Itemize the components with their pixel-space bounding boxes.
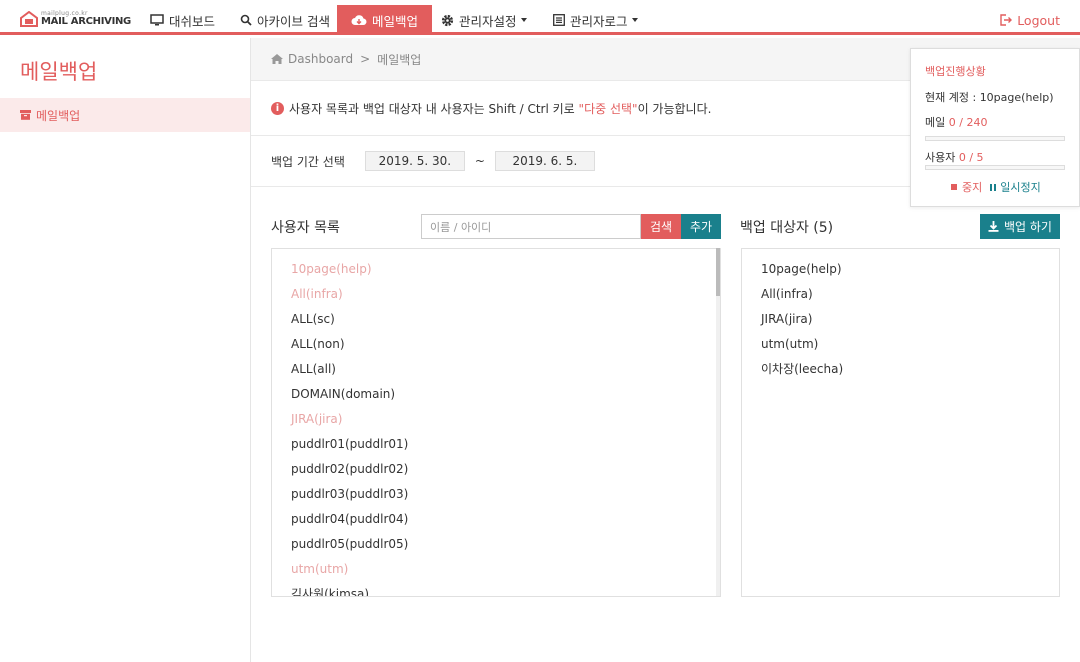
nav-archive-search-label: 아카이브 검색 bbox=[257, 13, 330, 29]
logo-big-text: MAIL ARCHIVING bbox=[41, 16, 131, 27]
breadcrumb-current: 메일백업 bbox=[377, 52, 422, 67]
nav-dashboard-label: 대쉬보드 bbox=[169, 13, 216, 29]
home-icon bbox=[271, 54, 283, 64]
stop-icon bbox=[951, 184, 957, 190]
stop-label: 중지 bbox=[962, 181, 983, 194]
progress-mail-count: 메일 0 / 240 bbox=[925, 114, 987, 130]
logout-button[interactable]: Logout bbox=[1000, 5, 1060, 35]
list-item[interactable]: All(infra) bbox=[272, 281, 720, 306]
list-item[interactable]: ALL(sc) bbox=[272, 306, 720, 331]
info-text-prefix: 사용자 목록과 백업 대상자 내 사용자는 Shift / Ctrl 키로 bbox=[289, 101, 579, 116]
user-list-title: 사용자 목록 bbox=[271, 220, 340, 236]
period-tilde: ~ bbox=[474, 154, 485, 168]
list-item[interactable]: utm(utm) bbox=[742, 331, 1059, 356]
backup-button[interactable]: 백업 하기 bbox=[980, 214, 1060, 239]
mail-label: 메일 bbox=[925, 116, 949, 129]
period-label: 백업 기간 선택 bbox=[271, 154, 345, 169]
list-item[interactable]: puddlr01(puddlr01) bbox=[272, 431, 720, 456]
user-search-input[interactable]: 이름 / 아이디 bbox=[421, 214, 641, 239]
logout-label: Logout bbox=[1017, 12, 1060, 28]
info-text-suffix: 이 가능합니다. bbox=[637, 101, 712, 116]
archive-box-icon bbox=[20, 110, 31, 120]
info-icon: i bbox=[271, 101, 284, 115]
user-label: 사용자 bbox=[925, 151, 959, 164]
add-button[interactable]: 추가 bbox=[681, 214, 721, 239]
monitor-icon bbox=[150, 14, 164, 26]
nav-admin-log-label: 관리자로그 bbox=[570, 13, 628, 29]
chevron-down-icon bbox=[631, 18, 638, 22]
list-item[interactable]: puddlr03(puddlr03) bbox=[272, 481, 720, 506]
breadcrumb-home[interactable]: Dashboard bbox=[288, 52, 353, 66]
search-button[interactable]: 검색 bbox=[641, 214, 681, 239]
logout-icon bbox=[1000, 14, 1013, 26]
nav-archive-search[interactable]: 아카이브 검색 bbox=[240, 5, 330, 35]
list-item[interactable]: JIRA(jira) bbox=[742, 306, 1059, 331]
list-item[interactable]: puddlr02(puddlr02) bbox=[272, 456, 720, 481]
user-list-scrollbar[interactable] bbox=[716, 248, 720, 596]
list-item[interactable]: 10page(help) bbox=[272, 256, 720, 281]
list-item[interactable]: utm(utm) bbox=[272, 556, 720, 581]
nav-admin-log[interactable]: 관리자로그 bbox=[553, 5, 638, 35]
nav-mail-backup[interactable]: 메일백업 bbox=[337, 5, 433, 35]
list-item[interactable]: 이차장(leecha) bbox=[742, 356, 1059, 381]
list-item[interactable]: 김사원(kimsa) bbox=[272, 581, 720, 596]
scrollbar-thumb[interactable] bbox=[716, 248, 720, 296]
progress-title: 백업진행상황 bbox=[925, 65, 986, 78]
breadcrumb-separator: > bbox=[360, 52, 371, 66]
list-item[interactable]: DOMAIN(domain) bbox=[272, 381, 720, 406]
list-item[interactable]: All(infra) bbox=[742, 281, 1059, 306]
chevron-down-icon bbox=[520, 18, 527, 22]
sidebar-item-mail-backup[interactable]: 메일백업 bbox=[0, 98, 250, 132]
list-item[interactable]: ALL(non) bbox=[272, 331, 720, 356]
download-icon bbox=[988, 221, 999, 232]
user-progress-bar bbox=[925, 165, 1065, 170]
account-label: 현재 계정 : bbox=[925, 91, 980, 104]
backup-progress-panel: 백업진행상황 현재 계정 : 10page(help) 메일 0 / 240 사… bbox=[910, 48, 1080, 207]
info-text-highlight: "다중 선택" bbox=[578, 101, 638, 116]
account-value: 10page(help) bbox=[979, 91, 1054, 104]
search-icon bbox=[240, 14, 252, 26]
list-item[interactable]: 10page(help) bbox=[742, 256, 1059, 281]
target-listbox[interactable]: 10page(help) All(infra) JIRA(jira) utm(utm)… bbox=[741, 248, 1060, 597]
user-listbox[interactable]: 10page(help) All(infra) ALL(sc) ALL(non) ALL… bbox=[271, 248, 721, 597]
progress-current-account: 현재 계정 : 10page(help) bbox=[925, 89, 1054, 105]
logo[interactable]: mailplug.co.kr MAIL ARCHIVING bbox=[20, 9, 131, 27]
backup-button-label: 백업 하기 bbox=[1004, 220, 1052, 234]
nav-admin-settings-label: 관리자설정 bbox=[459, 13, 517, 29]
mail-progress-bar bbox=[925, 136, 1065, 141]
mail-count-value: 0 / 240 bbox=[948, 116, 988, 129]
sidebar-item-label: 메일백업 bbox=[36, 108, 81, 123]
pause-label: 일시정지 bbox=[1000, 181, 1041, 194]
end-date-input[interactable]: 2019. 6. 5. bbox=[494, 151, 595, 171]
target-list-title: 백업 대상자 (5) bbox=[740, 220, 834, 236]
list-item[interactable]: puddlr05(puddlr05) bbox=[272, 531, 720, 556]
nav-mail-backup-label: 메일백업 bbox=[372, 13, 419, 29]
sidebar-title: 메일백업 bbox=[20, 60, 98, 84]
top-navbar: mailplug.co.kr MAIL ARCHIVING 대쉬보드 아카이브 … bbox=[0, 0, 1080, 35]
nav-admin-settings[interactable]: 관리자설정 bbox=[441, 5, 527, 35]
sidebar: 메일백업 메일백업 bbox=[0, 38, 251, 662]
stop-button[interactable]: 중지 bbox=[951, 179, 982, 195]
cloud-download-icon bbox=[351, 14, 367, 26]
user-count-value: 0 / 5 bbox=[958, 151, 984, 164]
pause-icon bbox=[990, 183, 997, 191]
list-icon bbox=[553, 14, 565, 26]
list-item[interactable]: puddlr04(puddlr04) bbox=[272, 506, 720, 531]
progress-user-count: 사용자 0 / 5 bbox=[925, 149, 984, 165]
pause-button[interactable]: 일시정지 bbox=[990, 179, 1041, 195]
logo-icon bbox=[20, 10, 38, 27]
start-date-input[interactable]: 2019. 5. 30. bbox=[364, 151, 465, 171]
gear-icon bbox=[441, 14, 454, 27]
nav-dashboard[interactable]: 대쉬보드 bbox=[150, 5, 215, 35]
list-item[interactable]: ALL(all) bbox=[272, 356, 720, 381]
list-item[interactable]: JIRA(jira) bbox=[272, 406, 720, 431]
